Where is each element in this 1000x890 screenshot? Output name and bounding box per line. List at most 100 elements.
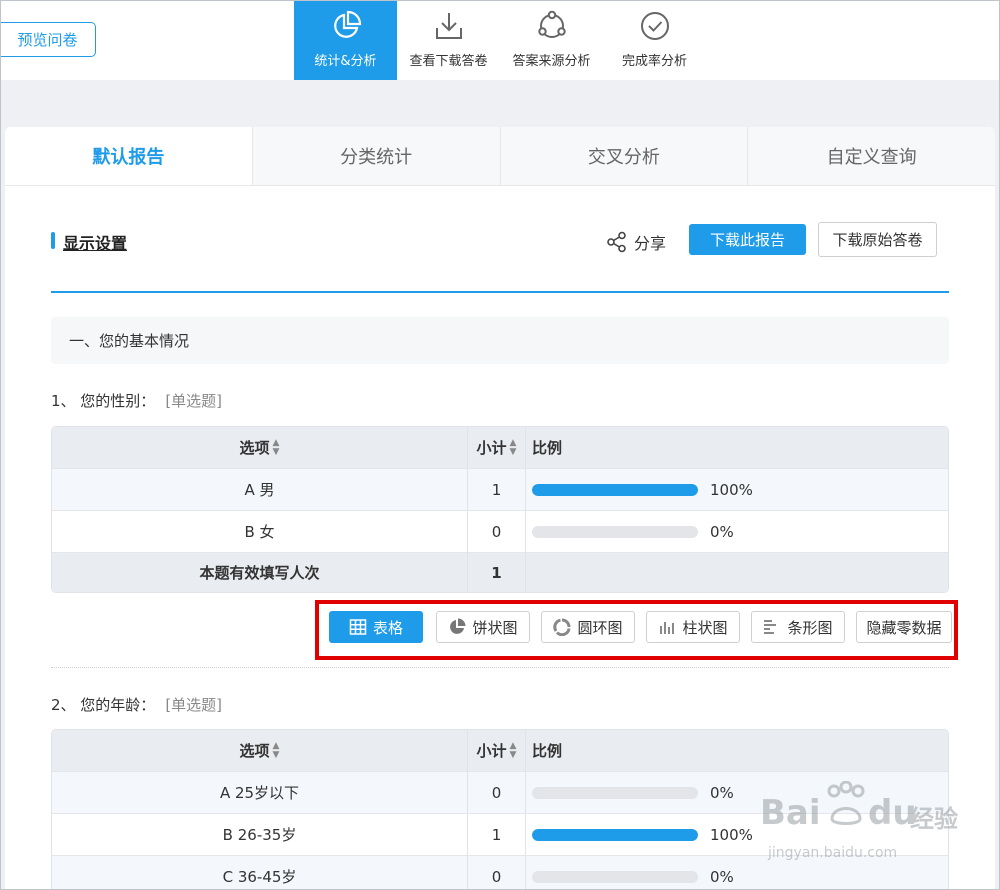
question-divider	[51, 667, 949, 668]
count-column-header[interactable]: 小计 ▲ ▼	[468, 730, 526, 771]
download-icon	[435, 13, 462, 39]
question-text: 2、 您的年龄：	[51, 696, 156, 714]
preview-survey-button[interactable]: 预览问卷	[0, 22, 96, 57]
table-header-row: 选项 ▲ ▼ 小计 ▲ ▼ 比例	[52, 730, 948, 771]
tool-label: 隐藏零数据	[866, 618, 942, 637]
share-button[interactable]: 分享	[606, 230, 666, 254]
option-cell: A 25岁以下	[52, 772, 468, 813]
count-cell: 0	[468, 511, 526, 552]
count-cell: 1	[468, 814, 526, 855]
column-chart-icon	[660, 622, 675, 634]
sort-icon: ▲ ▼	[509, 740, 517, 760]
settings-row: 显示设置 分享 下载此报告 下载原始答卷	[51, 222, 949, 260]
table-row: B 女 0 0%	[52, 510, 948, 552]
tab-label: 统计&分析	[314, 54, 377, 69]
download-raw-answers-button[interactable]: 下载原始答卷	[818, 222, 937, 257]
total-label: 本题有效填写人次	[52, 553, 468, 592]
tab-label: 查看下载答卷	[409, 54, 488, 69]
table-row: B 26-35岁 1 100%	[52, 813, 948, 855]
donut-chart-button[interactable]: 圆环图	[541, 611, 635, 643]
option-cell: B 女	[52, 511, 468, 552]
option-cell: B 26-35岁	[52, 814, 468, 855]
divider	[51, 291, 949, 293]
tool-label: 表格	[372, 618, 403, 637]
count-column-header[interactable]: 小计 ▲ ▼	[468, 427, 526, 468]
tool-label: 柱状图	[682, 618, 728, 637]
tab-cross-analysis[interactable]: 交叉分析	[499, 127, 748, 185]
percent-label: 100%	[710, 480, 753, 499]
total-ratio-cell	[526, 553, 948, 592]
donut-icon	[553, 618, 571, 636]
question-1-table: 选项 ▲ ▼ 小计 ▲ ▼ 比例 A 男 1 100% B 女 0 0% 本题有效填写人…	[51, 426, 949, 593]
tool-label: 圆环图	[577, 618, 623, 637]
progress-bar	[532, 786, 698, 799]
count-cell: 0	[468, 772, 526, 813]
question-title: 2、 您的年龄： [单选题]	[51, 694, 222, 715]
question-type: [单选题]	[165, 392, 223, 410]
check-circle-icon	[640, 12, 669, 40]
option-column-header[interactable]: 选项 ▲ ▼	[52, 427, 468, 468]
option-cell: C 36-45岁	[52, 856, 468, 890]
tab-view-download-answers[interactable]: 查看下载答卷	[397, 0, 500, 80]
progress-bar	[532, 525, 698, 538]
hide-zero-data-button[interactable]: 隐藏零数据	[856, 611, 952, 643]
table-view-button[interactable]: 表格	[329, 611, 423, 643]
sort-icon: ▲ ▼	[272, 437, 280, 457]
tab-category-stats[interactable]: 分类统计	[251, 127, 500, 185]
pie-chart-button[interactable]: 饼状图	[436, 611, 530, 643]
ratio-cell: 0%	[526, 856, 948, 890]
pie-icon	[450, 618, 466, 634]
tab-default-report[interactable]: 默认报告	[5, 127, 252, 185]
table-row: A 25岁以下 0 0%	[52, 771, 948, 813]
report-card: 默认报告 分类统计 交叉分析 自定义查询 显示设置 分享 下载此报告 下载原始答…	[5, 127, 995, 890]
question-text: 1、 您的性别：	[51, 392, 156, 410]
tab-custom-query[interactable]: 自定义查询	[747, 127, 995, 185]
question-2-table: 选项 ▲ ▼ 小计 ▲ ▼ 比例 A 25岁以下 0 0% B 26-35岁 1 100…	[51, 729, 949, 890]
table-row: C 36-45岁 0 0%	[52, 855, 948, 890]
pie-chart-icon	[333, 10, 361, 38]
tab-statistics-analysis[interactable]: 统计&分析	[294, 0, 397, 80]
tab-label: 完成率分析	[621, 54, 687, 69]
ratio-column-header: 比例	[532, 439, 563, 457]
tab-label: 答案来源分析	[512, 54, 591, 69]
ratio-cell: 100%	[526, 469, 948, 510]
bar-chart-button[interactable]: 条形图	[751, 611, 845, 643]
question-type: [单选题]	[165, 696, 223, 714]
share-icon	[607, 231, 626, 253]
table-total-row: 本题有效填写人次 1	[52, 552, 948, 592]
tool-label: 条形图	[787, 618, 833, 637]
tab-completion-rate-analysis[interactable]: 完成率分析	[603, 0, 706, 80]
ratio-cell: 0%	[526, 511, 948, 552]
top-bar: 预览问卷 统计&分析 查看下载答卷 答案来源分析 完成率分析	[0, 0, 1000, 80]
tab-answer-source-analysis[interactable]: 答案来源分析	[500, 0, 603, 80]
source-cycle-icon	[537, 10, 566, 38]
section-title: 一、您的基本情况	[51, 317, 949, 364]
percent-label: 0%	[710, 867, 734, 886]
table-header-row: 选项 ▲ ▼ 小计 ▲ ▼ 比例	[52, 427, 948, 468]
progress-bar-fill	[532, 828, 698, 841]
progress-bar	[532, 483, 698, 496]
ratio-cell: 100%	[526, 814, 948, 855]
progress-bar-fill	[532, 483, 698, 496]
total-count: 1	[468, 553, 526, 592]
count-cell: 0	[468, 856, 526, 890]
top-nav-tabs: 统计&分析 查看下载答卷 答案来源分析 完成率分析	[294, 0, 706, 80]
question-title: 1、 您的性别： [单选题]	[51, 390, 222, 411]
sort-icon: ▲ ▼	[272, 740, 280, 760]
progress-bar	[532, 828, 698, 841]
column-chart-button[interactable]: 柱状图	[646, 611, 740, 643]
download-report-button[interactable]: 下载此报告	[689, 224, 806, 255]
table-icon	[349, 619, 367, 635]
bar-chart-icon	[764, 620, 777, 634]
ratio-cell: 0%	[526, 772, 948, 813]
table-row: A 男 1 100%	[52, 468, 948, 510]
chart-type-toolbar: 表格 饼状图 圆环图 柱状图 条形图 隐藏零数据	[315, 600, 958, 660]
report-tabs: 默认报告 分类统计 交叉分析 自定义查询	[5, 127, 995, 186]
option-cell: A 男	[52, 469, 468, 510]
option-column-header[interactable]: 选项 ▲ ▼	[52, 730, 468, 771]
ratio-column-header: 比例	[532, 742, 563, 760]
display-settings-link[interactable]: 显示设置	[51, 230, 127, 254]
percent-label: 100%	[710, 825, 753, 844]
progress-bar	[532, 870, 698, 883]
percent-label: 0%	[710, 522, 734, 541]
